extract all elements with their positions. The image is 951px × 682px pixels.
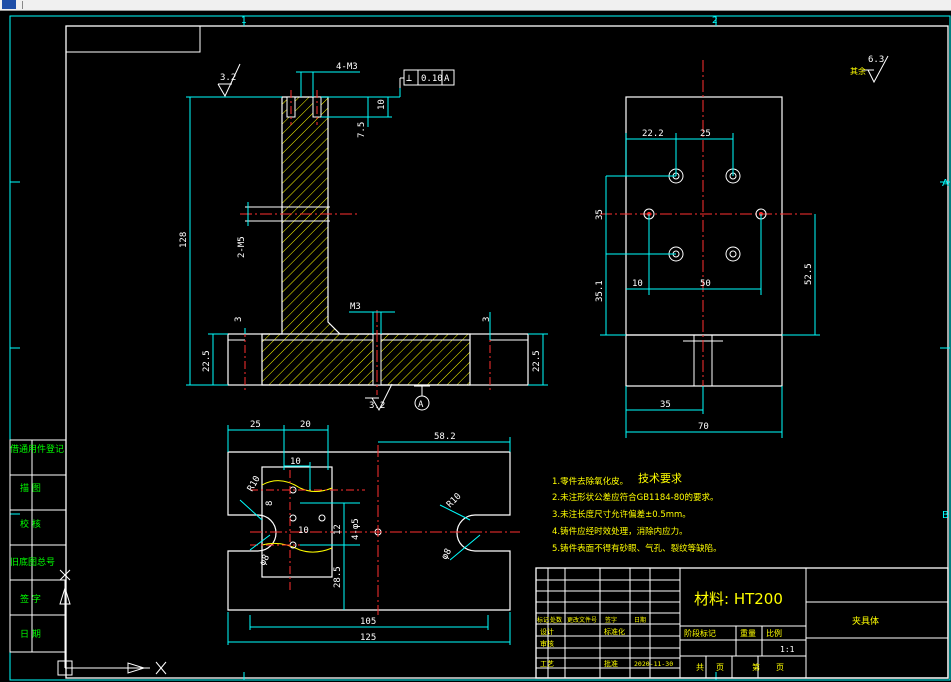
title-scale-value: 1:1 bbox=[780, 645, 795, 654]
top-dim-10b: 10 bbox=[298, 526, 309, 536]
title-sheet-no: 第 bbox=[752, 662, 760, 672]
title-material: 材料: HT200 bbox=[694, 590, 783, 608]
side-dim-22-2: 22.2 bbox=[642, 129, 664, 139]
side-dim-50: 50 bbox=[700, 279, 711, 289]
title-date-label: 日期 bbox=[634, 616, 646, 624]
side-dim-52-5: 52.5 bbox=[804, 263, 814, 285]
tech-item-3: 3.未注长度尺寸允许偏差±0.5mm。 bbox=[552, 509, 691, 520]
title-count: 处数 bbox=[550, 616, 562, 624]
drawing-frame bbox=[9, 15, 951, 681]
tech-title: 技术要求 bbox=[638, 472, 682, 485]
front-thread-top-label: 4-M3 bbox=[336, 62, 358, 72]
top-dim-105: 105 bbox=[360, 617, 376, 627]
top-view-holes bbox=[250, 445, 520, 615]
tolerance-datum: A bbox=[444, 74, 450, 84]
title-approve: 批准 bbox=[604, 659, 618, 668]
top-dim-28-5: 28.5 bbox=[333, 566, 343, 588]
title-mark: 标记 bbox=[537, 616, 549, 624]
roughness-top-value: 3.2 bbox=[220, 73, 236, 83]
top-dia-right: φ8 bbox=[440, 547, 454, 561]
title-sheet-no-unit: 页 bbox=[776, 663, 784, 672]
zone-label-1: 1 bbox=[241, 16, 247, 26]
front-view bbox=[227, 90, 529, 395]
front-dim-22-5-right: 22.5 bbox=[532, 350, 542, 372]
side-dim-35-1: 35.1 bbox=[595, 280, 605, 302]
side-dim-10: 10 bbox=[632, 279, 643, 289]
front-dim-3-left: 3 bbox=[234, 317, 244, 322]
title-signature: 签字 bbox=[605, 616, 617, 624]
left-strip-cell-2: 描 图 bbox=[20, 482, 41, 494]
side-dim-70: 70 bbox=[698, 422, 709, 432]
front-thread-base-label: M3 bbox=[350, 302, 361, 312]
side-dim-35: 35 bbox=[595, 209, 605, 220]
drawing-canvas[interactable]: 1 2 A B 借通用件登记 描 图 校 核 旧底图总号 签 字 日 期 4-M… bbox=[0, 0, 951, 682]
side-dim-25: 25 bbox=[700, 129, 711, 139]
title-date: 2020-11-30 bbox=[634, 660, 673, 668]
left-strip-cell-5: 签 字 bbox=[20, 593, 41, 605]
title-sheet-total-unit: 页 bbox=[716, 663, 724, 672]
top-dim-12: 12 bbox=[333, 524, 343, 535]
title-change-doc: 更改文件号 bbox=[567, 616, 597, 624]
top-r10-left: R10 bbox=[246, 474, 263, 493]
side-dim-35-bottom: 35 bbox=[660, 400, 671, 410]
top-dia-left: φ8 bbox=[258, 553, 272, 567]
left-strip bbox=[9, 439, 67, 653]
left-strip-cell-4: 旧底图总号 bbox=[10, 556, 55, 568]
top-holes-label: 4-φ5 bbox=[351, 518, 361, 540]
tolerance-symbol: ⊥ bbox=[406, 73, 412, 84]
zone-label-b: B bbox=[942, 510, 949, 521]
top-dim-125: 125 bbox=[360, 633, 376, 643]
roughness-general-value: 6.3 bbox=[868, 55, 884, 65]
front-dim-7-5: 7.5 bbox=[357, 122, 367, 138]
title-design: 设计 bbox=[540, 627, 554, 636]
top-dim-20: 20 bbox=[300, 420, 311, 430]
tech-item-1: 1.零件去除氧化皮。 bbox=[552, 476, 628, 487]
datum-a-label: A bbox=[418, 400, 424, 410]
title-block bbox=[535, 567, 949, 679]
front-dim-3-right: 3 bbox=[482, 317, 492, 322]
front-dim-10: 10 bbox=[377, 99, 387, 110]
front-thread-side-label: 2-M5 bbox=[237, 236, 247, 258]
title-part-name: 夹具体 bbox=[852, 615, 879, 627]
top-view bbox=[227, 451, 511, 611]
title-process: 工艺 bbox=[540, 660, 554, 668]
left-strip-cell-3: 校 核 bbox=[20, 518, 41, 530]
tech-item-2: 2.未注形状公差应符合GB1184-80的要求。 bbox=[552, 492, 719, 503]
roughness-general-label: 其余 bbox=[850, 66, 866, 76]
top-dim-8: 8 bbox=[265, 501, 275, 506]
ucs-icon bbox=[57, 569, 167, 676]
title-review: 审核 bbox=[540, 639, 554, 648]
title-standard: 标准化 bbox=[604, 627, 625, 636]
left-strip-cell-1: 借通用件登记 bbox=[10, 443, 64, 455]
top-dim-10: 10 bbox=[290, 457, 301, 467]
top-dim-25: 25 bbox=[250, 420, 261, 430]
title-weight: 重量 bbox=[740, 628, 756, 638]
zone-label-2: 2 bbox=[712, 16, 718, 26]
roughness-bottom-value: 3.2 bbox=[369, 401, 385, 411]
tolerance-value: 0.10 bbox=[421, 74, 443, 84]
title-stage-mark: 阶段标记 bbox=[684, 628, 716, 638]
left-strip-cell-6: 日 期 bbox=[20, 629, 41, 640]
tech-item-5: 5.铸件表面不得有砂眼、气孔、裂纹等缺陷。 bbox=[552, 543, 722, 554]
top-view-dimensions bbox=[227, 425, 511, 645]
side-view bbox=[600, 60, 815, 390]
title-sheet-total: 共 bbox=[696, 663, 704, 672]
tech-item-4: 4.铸件应经时效处理，消除内应力。 bbox=[552, 526, 688, 537]
front-dim-128: 128 bbox=[179, 232, 189, 248]
front-dim-22-5-left: 22.5 bbox=[202, 350, 212, 372]
title-scale: 比例 bbox=[766, 628, 782, 638]
zone-label-a: A bbox=[942, 178, 949, 189]
top-dim-58-2: 58.2 bbox=[434, 432, 456, 442]
top-r10-right: R10 bbox=[445, 492, 464, 511]
